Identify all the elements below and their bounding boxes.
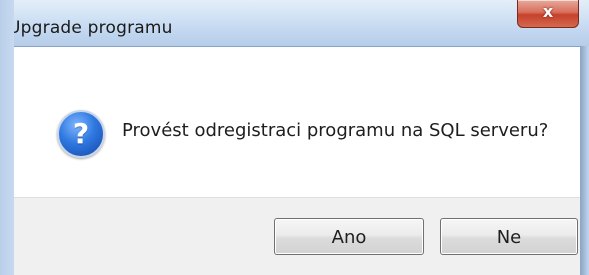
dialog-content: ? Provést odregistraci programu na SQL s… — [14, 47, 580, 197]
close-icon: x — [542, 2, 554, 21]
window-title: Upgrade programu — [8, 18, 173, 38]
window-frame-left — [0, 0, 14, 275]
question-glyph: ? — [72, 117, 90, 150]
no-button[interactable]: Ne — [440, 218, 578, 255]
yes-button[interactable]: Ano — [274, 218, 424, 255]
dialog-message: Provést odregistraci programu na SQL ser… — [122, 120, 549, 141]
title-bar[interactable]: Upgrade programu x — [0, 0, 589, 47]
dialog-window: Upgrade programu x ? Provést odregistrac… — [0, 0, 589, 275]
close-button[interactable]: x — [517, 0, 579, 28]
question-icon: ? — [57, 110, 105, 158]
window-frame-right — [580, 46, 589, 275]
